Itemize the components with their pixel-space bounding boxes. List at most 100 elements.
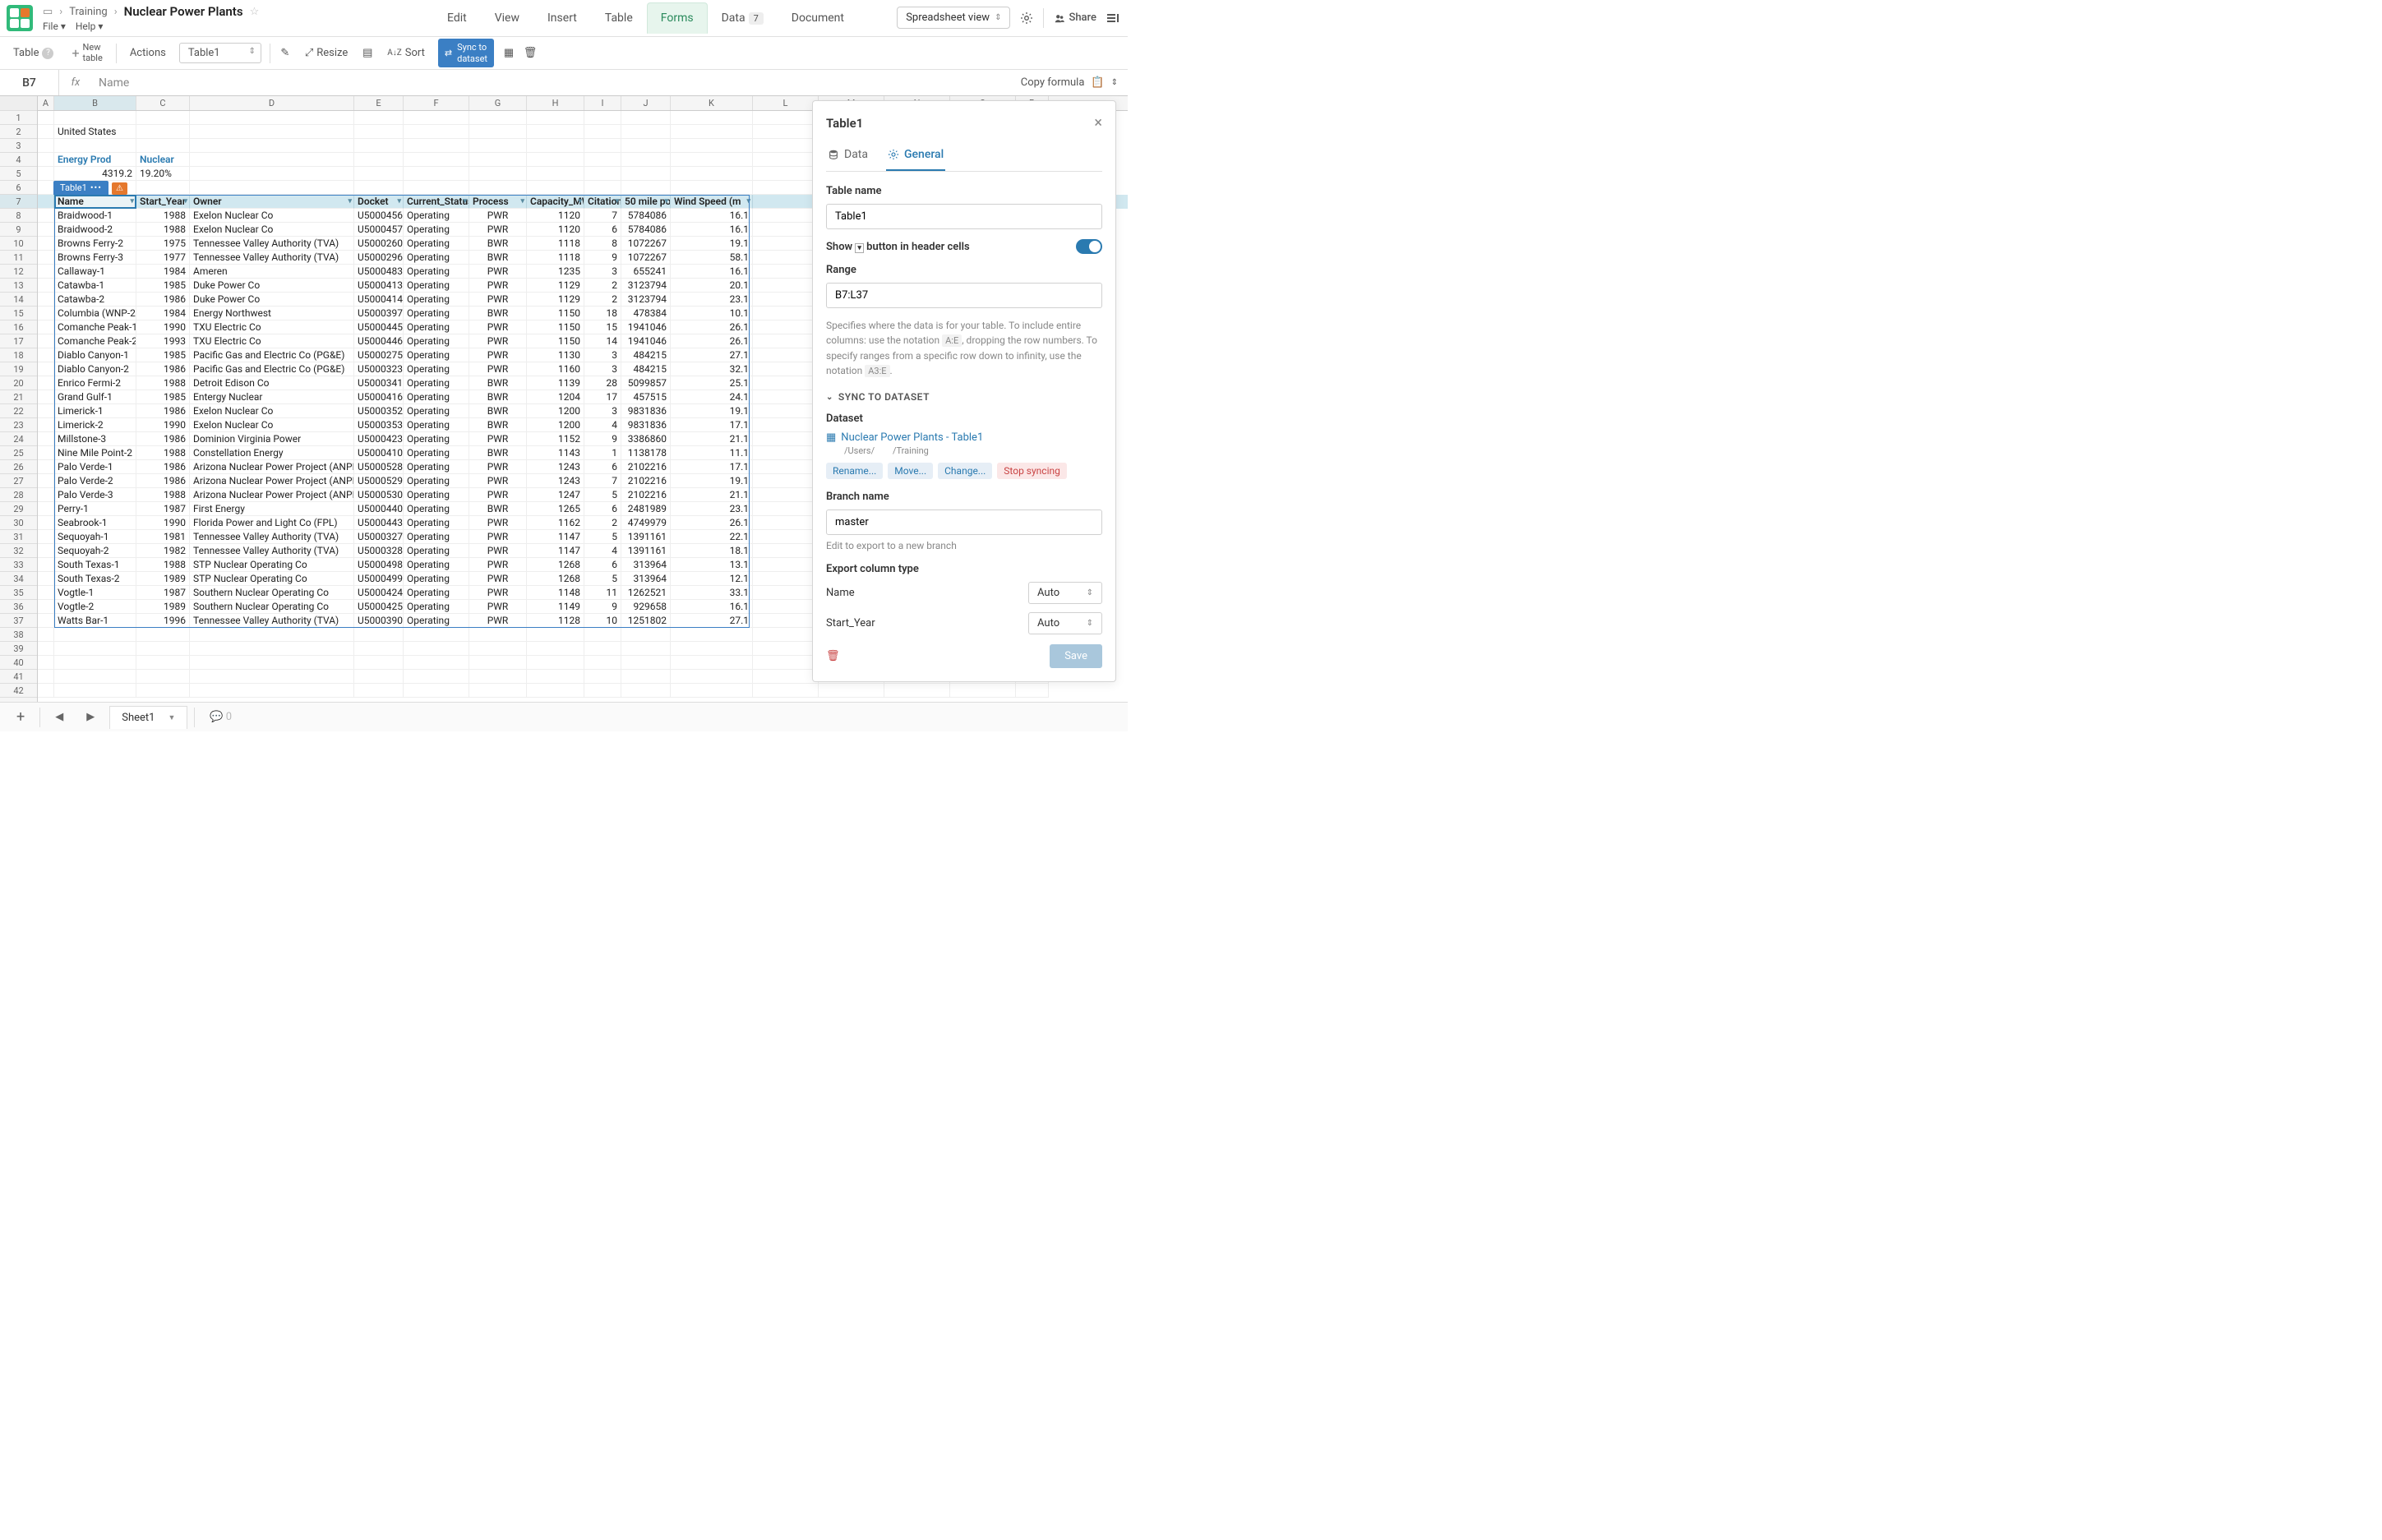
table-cell[interactable]: Operating xyxy=(404,488,469,502)
row-header[interactable]: 1 xyxy=(0,111,37,125)
table-cell[interactable]: U5000440 xyxy=(354,502,404,516)
table-cell[interactable]: 58.1 xyxy=(671,251,753,265)
table-cell[interactable]: Browns Ferry-3 xyxy=(54,251,136,265)
table-cell[interactable]: U5000528 xyxy=(354,460,404,474)
row-header[interactable]: 39 xyxy=(0,642,37,656)
table-cell[interactable]: 1148 xyxy=(527,586,584,600)
table-cell[interactable]: 23.1 xyxy=(671,293,753,307)
cell[interactable] xyxy=(38,684,54,698)
cell[interactable] xyxy=(38,614,54,628)
table-cell[interactable]: 1138178 xyxy=(621,446,671,460)
cell[interactable] xyxy=(753,293,819,307)
cell[interactable] xyxy=(621,153,671,167)
cell[interactable] xyxy=(469,684,527,698)
cell[interactable] xyxy=(469,153,527,167)
table-header-cell[interactable]: Name▾ xyxy=(54,195,136,209)
table-cell[interactable]: 1147 xyxy=(527,544,584,558)
col-header-H[interactable]: H xyxy=(527,96,584,110)
table-cell[interactable]: Palo Verde-3 xyxy=(54,488,136,502)
show-button-toggle[interactable] xyxy=(1076,239,1102,254)
table-header-cell[interactable]: Current_Status▾ xyxy=(404,195,469,209)
table-cell[interactable]: BWR xyxy=(469,376,527,390)
table-cell[interactable]: Nine Mile Point-2 xyxy=(54,446,136,460)
table-cell[interactable]: Operating xyxy=(404,460,469,474)
panel-toggle-icon[interactable] xyxy=(1106,12,1119,25)
table-cell[interactable]: 9831836 xyxy=(621,404,671,418)
cell[interactable] xyxy=(190,684,354,698)
cell[interactable] xyxy=(190,167,354,181)
table-cell[interactable]: Palo Verde-1 xyxy=(54,460,136,474)
table-cell[interactable]: 1143 xyxy=(527,446,584,460)
cell[interactable] xyxy=(884,684,950,698)
move-chip[interactable]: Move... xyxy=(888,463,933,479)
branch-input[interactable] xyxy=(826,509,1102,535)
table-cell[interactable]: Operating xyxy=(404,474,469,488)
cell[interactable] xyxy=(621,125,671,139)
cell[interactable] xyxy=(753,572,819,586)
table-cell[interactable]: PWR xyxy=(469,209,527,223)
cell[interactable] xyxy=(753,209,819,223)
cell[interactable] xyxy=(753,125,819,139)
table-header-cell[interactable]: Start_Year▾ xyxy=(136,195,190,209)
table-cell[interactable]: 1984 xyxy=(136,307,190,320)
table-cell[interactable]: BWR xyxy=(469,251,527,265)
cell[interactable] xyxy=(404,111,469,125)
table-name-input[interactable] xyxy=(826,204,1102,229)
table-cell[interactable]: U5000328 xyxy=(354,544,404,558)
table-cell[interactable]: U5000414 xyxy=(354,293,404,307)
cell[interactable] xyxy=(354,111,404,125)
table-cell[interactable]: 1981 xyxy=(136,530,190,544)
cell[interactable] xyxy=(190,111,354,125)
table-cell[interactable]: 1268 xyxy=(527,558,584,572)
table-cell[interactable]: Operating xyxy=(404,251,469,265)
table-cell[interactable]: Operating xyxy=(404,348,469,362)
cell[interactable] xyxy=(404,139,469,153)
cell[interactable] xyxy=(54,642,136,656)
dataset-link[interactable]: ▦Nuclear Power Plants - Table1 xyxy=(826,431,1102,444)
table-cell[interactable]: U5000483 xyxy=(354,265,404,279)
table-cell[interactable]: U5000327 xyxy=(354,530,404,544)
table-cell[interactable]: 4 xyxy=(584,418,621,432)
table-header-cell[interactable]: Wind Speed (m▾ xyxy=(671,195,753,209)
sync-to-dataset-button[interactable]: ⇄Sync todataset xyxy=(438,39,494,67)
cell[interactable] xyxy=(190,628,354,642)
table-cell[interactable]: 1118 xyxy=(527,237,584,251)
table-tab-cell[interactable]: Table1•••⚠ xyxy=(54,181,136,195)
table-cell[interactable]: U5000424 xyxy=(354,586,404,600)
row-header[interactable]: 5 xyxy=(0,167,37,181)
table-cell[interactable]: Operating xyxy=(404,320,469,334)
cell[interactable] xyxy=(354,670,404,684)
cell[interactable] xyxy=(671,139,753,153)
cell[interactable] xyxy=(190,139,354,153)
col-header-L[interactable]: L xyxy=(753,96,819,110)
cell[interactable]: 4319.2 xyxy=(54,167,136,181)
cell[interactable] xyxy=(38,265,54,279)
table-cell[interactable]: Operating xyxy=(404,223,469,237)
cell[interactable] xyxy=(38,139,54,153)
row-header[interactable]: 10 xyxy=(0,237,37,251)
row-header[interactable]: 41 xyxy=(0,670,37,684)
cell[interactable] xyxy=(753,195,819,209)
table-cell[interactable]: Columbia (WNP-2) xyxy=(54,307,136,320)
col-header-F[interactable]: F xyxy=(404,96,469,110)
table-cell[interactable]: STP Nuclear Operating Co xyxy=(190,558,354,572)
row-header[interactable]: 19 xyxy=(0,362,37,376)
table-cell[interactable]: 2 xyxy=(584,516,621,530)
table-cell[interactable]: 19.1 xyxy=(671,404,753,418)
table-label[interactable]: Table ? xyxy=(8,44,58,62)
cell[interactable] xyxy=(527,670,584,684)
table-cell[interactable]: 1120 xyxy=(527,223,584,237)
table-cell[interactable]: Exelon Nuclear Co xyxy=(190,418,354,432)
cell[interactable] xyxy=(38,209,54,223)
grid-icon[interactable]: ▦ xyxy=(502,47,515,60)
row-header[interactable]: 23 xyxy=(0,418,37,432)
cell[interactable] xyxy=(753,348,819,362)
table-cell[interactable]: Operating xyxy=(404,544,469,558)
table-cell[interactable]: 1391161 xyxy=(621,544,671,558)
table-cell[interactable]: 32.1 xyxy=(671,362,753,376)
table-cell[interactable]: 1150 xyxy=(527,320,584,334)
table-cell[interactable]: 1139 xyxy=(527,376,584,390)
col-header-C[interactable]: C xyxy=(136,96,190,110)
table-cell[interactable]: 1988 xyxy=(136,558,190,572)
table-cell[interactable]: 1989 xyxy=(136,572,190,586)
